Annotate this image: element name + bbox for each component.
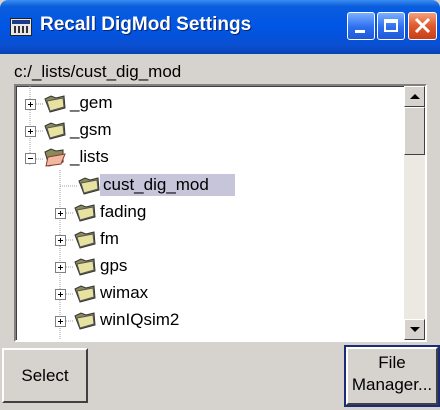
current-path-label: c:/_lists/cust_dig_mod [14, 62, 182, 81]
tree-item-label: winIQsim2 [100, 310, 180, 329]
folder-closed-icon [74, 312, 96, 330]
folder-closed-icon [74, 204, 96, 222]
tree-item-label: _lists [70, 147, 109, 166]
scroll-down-button[interactable] [404, 319, 425, 340]
file-manager-button[interactable]: File Manager... [344, 345, 440, 407]
tree-item-label-selected: cust_dig_mod [100, 174, 235, 196]
expand-plus-icon[interactable] [25, 99, 36, 110]
tree-item-wimax[interactable]: wimax [16, 282, 406, 307]
tree-item-lists[interactable]: _lists [16, 146, 406, 171]
arrow-up-icon [410, 94, 420, 99]
tree-item-label: wimax [100, 283, 149, 302]
folder-closed-icon [44, 122, 66, 140]
minimize-button[interactable] [347, 12, 375, 40]
scroll-up-button[interactable] [404, 86, 425, 107]
expand-plus-icon[interactable] [25, 126, 36, 137]
expand-plus-icon[interactable] [55, 208, 66, 219]
tree-item-gsm[interactable]: _gsm [16, 119, 406, 144]
digital-settings-app-icon [10, 18, 32, 36]
folder-closed-icon [74, 231, 96, 249]
folder-open-icon [44, 148, 66, 167]
folder-closed-icon [74, 258, 96, 276]
file-manager-label-line2: Manager... [351, 375, 433, 394]
arrow-down-icon [410, 327, 420, 332]
vertical-scrollbar[interactable] [404, 86, 425, 340]
select-button[interactable]: Select [2, 348, 88, 403]
recall-dialog-window: Recall DigMod Settings c:/_lists/cust_di… [0, 0, 440, 410]
close-icon [414, 17, 431, 34]
close-button[interactable] [408, 12, 437, 40]
scrollbar-thumb[interactable] [404, 107, 425, 155]
tree-item-fm[interactable]: fm [16, 228, 406, 253]
title-bar[interactable]: Recall DigMod Settings [0, 0, 440, 54]
tree-item-winiqsim2[interactable]: winIQsim2 [16, 309, 406, 334]
tree-item-cust-dig-mod[interactable]: cust_dig_mod [16, 174, 406, 199]
tree-item-label: _gsm [70, 120, 112, 139]
tree-item-fading[interactable]: fading [16, 201, 406, 226]
maximize-icon [384, 19, 398, 32]
window-title: Recall DigMod Settings [40, 14, 252, 35]
file-manager-label-line1: File [378, 353, 406, 372]
expand-plus-icon[interactable] [55, 289, 66, 300]
expand-plus-icon[interactable] [55, 316, 66, 327]
collapse-minus-icon[interactable] [25, 153, 36, 164]
tree-item-label: fading [100, 202, 147, 221]
maximize-button[interactable] [377, 12, 405, 40]
minimize-icon [355, 30, 365, 33]
expand-plus-icon[interactable] [55, 235, 66, 246]
tree-item-label: fm [100, 229, 119, 248]
tree-item-label: gps [100, 256, 128, 275]
expand-plus-icon[interactable] [55, 262, 66, 273]
folder-closed-icon [44, 95, 66, 113]
folder-closed-icon [78, 177, 100, 195]
tree-item-label: _gem [70, 93, 113, 112]
tree-item-gps[interactable]: gps [16, 255, 406, 280]
directory-tree[interactable]: _gem _gsm _lists cust_dig_mod fading fm … [14, 84, 427, 342]
folder-closed-icon [74, 285, 96, 303]
tree-item-gem[interactable]: _gem [16, 92, 406, 117]
